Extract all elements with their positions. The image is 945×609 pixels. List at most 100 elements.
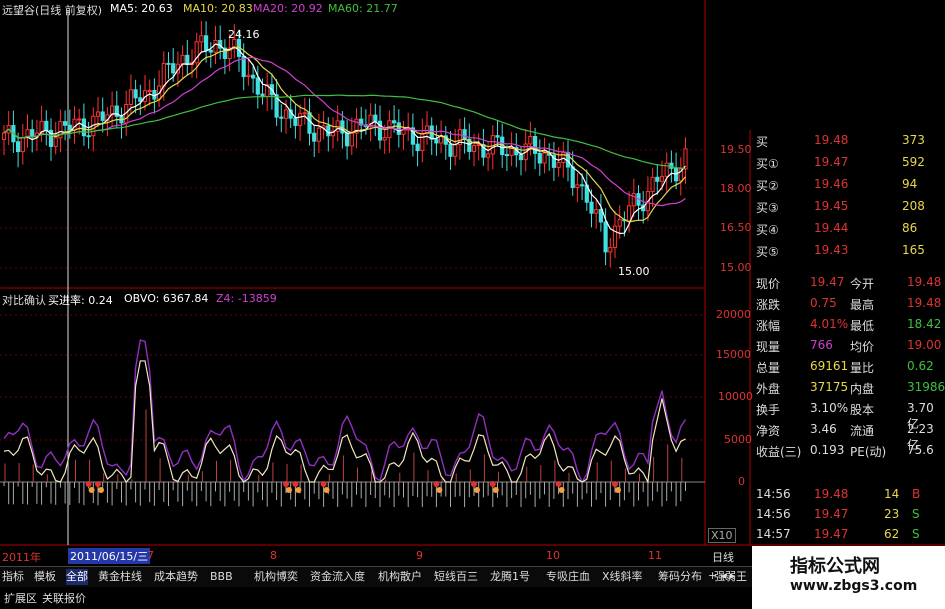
candle-body [298, 113, 303, 126]
candle-body [20, 137, 25, 153]
price-axis-4: 15.00 [720, 261, 752, 274]
tab-related-quote[interactable]: 关联报价 [42, 590, 86, 606]
tab-5[interactable]: BBB [210, 569, 233, 585]
candle-body [86, 135, 91, 138]
candle-body [608, 246, 613, 253]
candle-body [246, 74, 251, 78]
candle-body [462, 129, 467, 140]
candle-body [603, 221, 608, 253]
candle-body [476, 144, 481, 147]
order-book-row: 买② 19.46 94 [756, 177, 918, 193]
month-11: 11 [648, 549, 662, 562]
quote-row: 涨幅 4.01% 最低 18.42 [756, 317, 942, 333]
candle-body [504, 154, 509, 157]
candle-body [453, 144, 458, 157]
candle-body [293, 117, 298, 126]
tab-3[interactable]: 黄金柱线 [98, 569, 142, 585]
signal-marker-orange [436, 487, 443, 493]
ma10-line [3, 46, 686, 223]
candle-body [655, 176, 660, 182]
candle-body [542, 152, 547, 164]
watermark: 指标公式网 www.zbgs3.com [752, 546, 945, 609]
candle-body [537, 152, 542, 164]
month-7: 7 [147, 549, 154, 562]
tick-row: 14:56 19.47 23 S [756, 507, 920, 521]
candle-body [669, 162, 674, 169]
tab-10[interactable]: 龙腾1号 [490, 569, 530, 585]
tab-11[interactable]: 专吸庄血 [546, 569, 590, 585]
candle-body [283, 109, 289, 119]
tab-7[interactable]: 资金流入度 [310, 569, 365, 585]
candle-body [617, 219, 622, 227]
candle-body [326, 125, 331, 137]
candle-body [171, 63, 176, 74]
signal-marker-orange [98, 487, 104, 493]
signal-marker-orange [286, 487, 292, 493]
signal-marker-red [612, 481, 618, 487]
axis-unit: X10 [708, 528, 736, 543]
candle-body [598, 209, 603, 223]
quote-row: 净资 3.46 流通 2.23亿 [756, 422, 934, 452]
period-label[interactable]: 日线 [712, 549, 734, 565]
candle-body [612, 225, 618, 248]
signal-marker-orange [474, 487, 480, 493]
candle-body [594, 209, 599, 214]
candle-body [133, 89, 138, 99]
candle-body [95, 111, 101, 117]
signal-marker-red [292, 481, 299, 487]
ma5-line [3, 43, 686, 235]
signal-marker-orange [323, 487, 330, 493]
ind-axis-4: 5000 [724, 433, 752, 446]
candles [1, 20, 688, 268]
order-book-top: 买 19.48 373 [756, 133, 925, 149]
candle-body [316, 127, 321, 142]
candle-body [683, 148, 688, 170]
year-label: 2011年 [2, 551, 41, 564]
ind-axis-5: 0 [738, 475, 745, 488]
signal-marker-red [471, 481, 477, 487]
tab-2[interactable]: 全部 [66, 569, 88, 585]
tab-13[interactable]: 筹码分布 [658, 569, 702, 585]
ma10-label: MA10: 20.83 [183, 2, 253, 15]
tab-12[interactable]: X线斜率 [602, 569, 643, 585]
candle-body [251, 74, 256, 79]
ma20-label: MA20: 20.92 [253, 2, 323, 15]
candle-body [392, 120, 397, 124]
candle-body [302, 112, 307, 115]
signal-marker-orange [492, 487, 499, 493]
signal-marker-red [489, 481, 496, 487]
high-annotation: 24.16 [228, 28, 260, 41]
candle-body [213, 39, 218, 53]
tick-row: 14:57 19.47 62 S [756, 527, 920, 541]
ind-axis-2: 15000 [716, 348, 751, 361]
tab-0[interactable]: 指标 [2, 569, 24, 585]
indicator-lines [3, 339, 687, 485]
tab-9[interactable]: 短线百三 [434, 569, 478, 585]
month-10: 10 [546, 549, 560, 562]
z4-value: Z4: -13859 [216, 292, 277, 305]
month-9: 9 [416, 549, 423, 562]
candle-body [659, 175, 665, 182]
candle-body [161, 62, 166, 87]
indicator-name: 对比确认 [2, 294, 46, 307]
tab-8[interactable]: 机构散户 [378, 569, 422, 585]
candle-body [204, 35, 209, 51]
candle-body [147, 89, 152, 92]
candle-body [528, 136, 533, 145]
tab-1[interactable]: 模板 [34, 569, 56, 585]
tab-scroll-controls[interactable]: + ◂ ▸ [708, 569, 735, 582]
quote-row: 现量 766 均价 19.00 [756, 338, 942, 354]
tab-4[interactable]: 成本趋势 [154, 569, 198, 585]
candle-body [396, 122, 401, 135]
candle-body [575, 184, 580, 188]
candle-body [448, 143, 453, 157]
signal-marker-orange [558, 487, 565, 493]
tab-6[interactable]: 机构博奕 [254, 569, 298, 585]
tab-extension[interactable]: 扩展区 [4, 590, 37, 606]
quote-row: 换手 3.10% 股本 3.70亿 [756, 401, 934, 431]
candle-body [307, 112, 312, 134]
candle-body [434, 138, 439, 144]
candle-body [1, 132, 7, 141]
month-8: 8 [270, 549, 277, 562]
signal-marker-red [433, 481, 440, 487]
